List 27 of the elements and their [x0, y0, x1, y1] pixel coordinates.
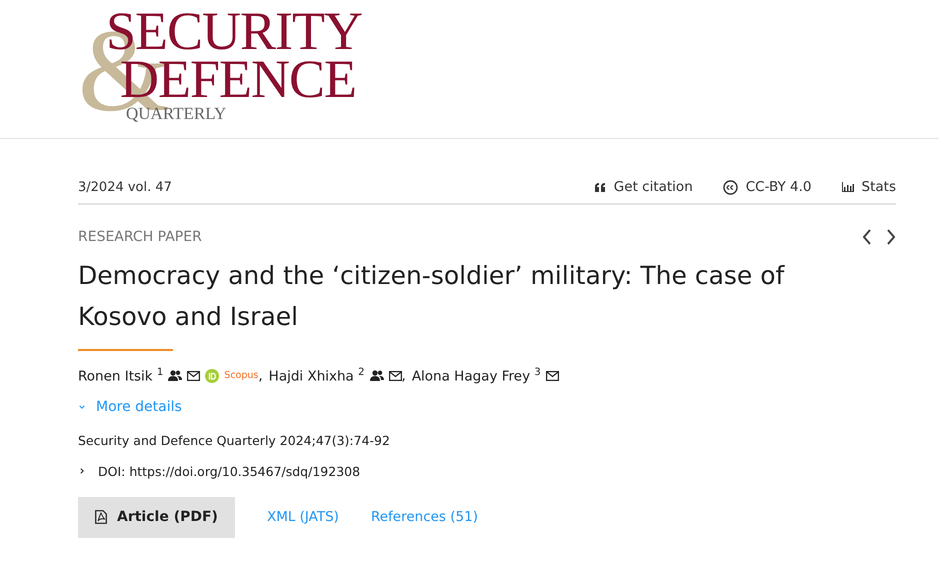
action-link[interactable]: Stats	[862, 179, 896, 195]
bar-chart-icon	[842, 182, 854, 192]
article-title: Democracy and the ‘citizen-soldier’ military: The case of Kosovo and Israel	[78, 260, 786, 333]
category-label: RESEARCH PAPER	[78, 229, 203, 245]
issue-label: 3/2024 vol. 47	[78, 180, 173, 194]
chevron-icon[interactable]	[78, 404, 86, 410]
previous-icon[interactable]	[862, 229, 872, 245]
expand-icon[interactable]	[78, 468, 86, 474]
author-name[interactable]: Alona Hagay Frey $^{3}$	[412, 367, 541, 384]
people-icon[interactable]	[370, 370, 384, 382]
pdf-button[interactable]: Article (PDF)	[78, 496, 235, 538]
action-link[interactable]: Get citation	[614, 179, 693, 195]
pdf-file-icon	[95, 510, 107, 524]
creative-commons-icon	[722, 180, 738, 194]
separator: ,	[402, 368, 406, 384]
separator: ,	[258, 368, 263, 384]
quote-icon	[594, 182, 606, 192]
author-name[interactable]: Ronen Itsik $^{1}$	[78, 367, 164, 384]
mail-icon[interactable]	[388, 370, 402, 381]
next-icon[interactable]	[886, 229, 896, 245]
people-icon[interactable]	[168, 370, 182, 382]
mail-icon[interactable]	[546, 370, 559, 381]
mail-icon[interactable]	[187, 370, 200, 381]
author-name[interactable]: Hajdi Xhixha $^{2}$	[268, 367, 365, 384]
doi-text[interactable]: DOI: https://doi.org/10.35467/sdq/192308	[98, 464, 360, 478]
citation-text: Security and Defence Quarterly 2024;47(3):74-92	[78, 432, 391, 448]
action-link[interactable]: CC-BY 4.0	[746, 179, 812, 195]
